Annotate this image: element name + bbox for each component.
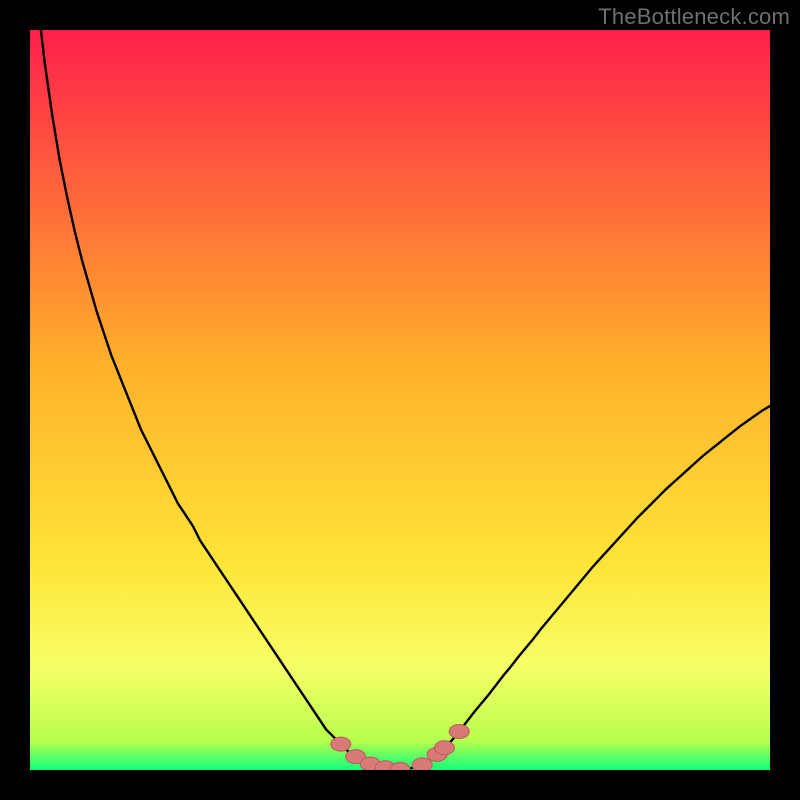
data-marker (331, 737, 351, 751)
plot-area (30, 30, 770, 770)
data-marker (449, 725, 469, 739)
chart-svg (30, 30, 770, 770)
data-marker (434, 741, 454, 755)
gradient-bg (30, 30, 770, 770)
watermark-text: TheBottleneck.com (598, 4, 790, 30)
data-marker (412, 758, 432, 770)
chart-frame: TheBottleneck.com (0, 0, 800, 800)
